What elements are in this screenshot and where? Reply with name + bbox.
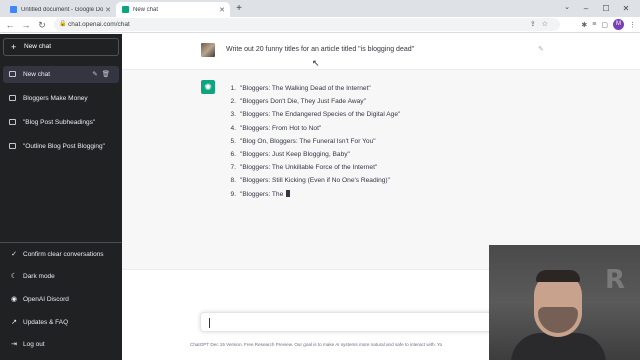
conversation-label: "Blog Post Subheadings": [23, 119, 96, 126]
footer-text: . Free Research Preview. Our goal is to …: [241, 342, 443, 347]
presenter-hair: [536, 270, 580, 282]
tab-search-chevron-icon[interactable]: ⌄: [564, 3, 570, 11]
dark-mode-button[interactable]: ☾ Dark mode: [3, 268, 119, 285]
plus-icon: +: [11, 42, 17, 52]
user-message-row: Write out 20 funny titles for an article…: [122, 34, 640, 70]
tab-new-chat[interactable]: New chat ✕: [116, 2, 230, 17]
list-item: 5. "Blog On, Bloggers: The Funeral Isn't …: [230, 137, 376, 145]
close-tab-icon[interactable]: ✕: [217, 6, 227, 14]
external-link-icon: ↗: [11, 319, 17, 326]
conversation-item[interactable]: Bloggers Make Money: [3, 90, 119, 107]
list-item: 6. "Bloggers: Just Keep Blogging, Baby": [230, 150, 350, 158]
tab-title: Untitled document - Google Do...: [21, 6, 103, 13]
list-item: 9. "Bloggers: The: [226, 188, 400, 201]
sidebar-divider: [0, 242, 122, 243]
user-avatar: [201, 43, 215, 57]
window-controls: – ☐ ✕: [576, 3, 636, 14]
new-tab-icon[interactable]: +: [234, 3, 244, 14]
screen: Untitled document - Google Do... ✕ New c…: [0, 0, 640, 360]
conversation-label: New chat: [23, 71, 51, 78]
conversation-label: Bloggers Make Money: [23, 95, 88, 102]
openai-discord-link[interactable]: ◉ OpenAI Discord: [3, 291, 119, 308]
list-item: 4. "Bloggers: From Hot to Not": [230, 124, 322, 132]
sidepanel-icon[interactable]: ▢: [601, 21, 608, 29]
docs-favicon-icon: [10, 6, 17, 13]
moon-icon: ☾: [10, 273, 18, 280]
updates-faq-link[interactable]: ↗ Updates & FAQ: [3, 314, 119, 331]
trash-icon[interactable]: 🗑: [102, 71, 114, 78]
conversation-item-active[interactable]: New chat ✎🗑: [3, 66, 119, 83]
close-window-icon[interactable]: ✕: [616, 3, 636, 14]
chat-bubble-icon: [9, 119, 16, 125]
webcam-overlay: R: [489, 245, 640, 360]
new-chat-label: New chat: [24, 43, 52, 50]
sidebar-item-label: Confirm clear conversations: [23, 251, 104, 258]
url-text: chat.openai.com/chat: [68, 21, 130, 28]
list-item: 8. "Bloggers: Still Kicking (Even if No O…: [230, 177, 390, 185]
sidebar-item-label: OpenAI Discord: [23, 296, 69, 303]
pencil-icon[interactable]: ✎: [92, 71, 101, 78]
discord-icon: ◉: [10, 296, 18, 303]
typing-caret: [286, 189, 291, 197]
reload-icon[interactable]: ↻: [36, 19, 48, 31]
conversation-item[interactable]: "Outline Blog Post Blogging": [3, 138, 119, 155]
chat-bubble-icon: [9, 71, 16, 77]
browser-tab-strip: Untitled document - Google Do... ✕ New c…: [0, 0, 640, 17]
back-arrow-icon[interactable]: ←: [4, 19, 16, 31]
tab-google-docs[interactable]: Untitled document - Google Do... ✕: [4, 2, 116, 17]
maximize-icon[interactable]: ☐: [596, 3, 616, 14]
forward-arrow-icon[interactable]: →: [20, 19, 32, 31]
assistant-response-list: 1. "Bloggers: The Walking Dead of the Int…: [226, 82, 401, 201]
logout-icon: ⇥: [11, 341, 17, 348]
version-link[interactable]: ChatGPT Dec 15 Version: [190, 342, 242, 347]
conversation-label: "Outline Blog Post Blogging": [23, 143, 105, 150]
profile-avatar[interactable]: M: [613, 19, 624, 30]
sidebar: + New chat New chat ✎🗑 Bloggers Make Mon…: [0, 34, 122, 360]
tab-title: New chat: [133, 6, 159, 13]
browser-toolbar: ← → ↻ 🔒 chat.openai.com/chat ⇪☆ ✱ ≡ ▢ M …: [0, 17, 640, 33]
list-item: 2. "Bloggers Don't Die, They Just Fade Aw…: [230, 98, 366, 106]
reading-list-icon[interactable]: ≡: [592, 21, 596, 28]
toolbar-icons: ✱ ≡ ▢ M ⋮: [581, 18, 636, 31]
sidebar-item-label: Log out: [23, 341, 45, 348]
address-bar[interactable]: 🔒 chat.openai.com/chat ⇪☆: [54, 18, 560, 31]
sidebar-item-label: Updates & FAQ: [23, 319, 69, 326]
minimize-icon[interactable]: –: [576, 3, 596, 14]
list-item: 7. "Bloggers: The Unkillable Force of the…: [230, 164, 378, 172]
user-prompt-text: Write out 20 funny titles for an article…: [226, 46, 415, 53]
list-item: 1. "Bloggers: The Walking Dead of the Int…: [230, 85, 371, 92]
conversation-item[interactable]: "Blog Post Subheadings": [3, 114, 119, 131]
new-chat-button[interactable]: + New chat: [3, 38, 119, 56]
check-icon: ✓: [11, 251, 17, 258]
sidebar-item-label: Dark mode: [23, 273, 55, 280]
menu-kebab-icon[interactable]: ⋮: [629, 21, 636, 29]
confirm-clear-conversations-button[interactable]: ✓ Confirm clear conversations: [3, 246, 119, 263]
list-item: 3. "Bloggers: The Endangered Species of t…: [230, 111, 401, 119]
presenter-shirt: [511, 333, 606, 360]
edit-message-icon[interactable]: ✎: [538, 45, 544, 53]
text-cursor: [209, 318, 210, 328]
lock-icon: 🔒: [59, 21, 67, 27]
chatgpt-logo-icon: ✺: [201, 80, 215, 94]
omnibox-actions: ⇪☆: [529, 21, 554, 28]
extensions-icon[interactable]: ✱: [581, 21, 587, 29]
chat-bubble-icon: [9, 143, 16, 149]
wall-sign: R: [605, 265, 626, 295]
log-out-button[interactable]: ⇥ Log out: [3, 336, 119, 353]
openai-favicon-icon: [122, 6, 129, 13]
close-tab-icon[interactable]: ✕: [103, 6, 113, 14]
chat-bubble-icon: [9, 95, 16, 101]
conversation-actions: ✎🗑: [92, 66, 114, 83]
mouse-pointer-icon: ↖: [312, 58, 320, 68]
